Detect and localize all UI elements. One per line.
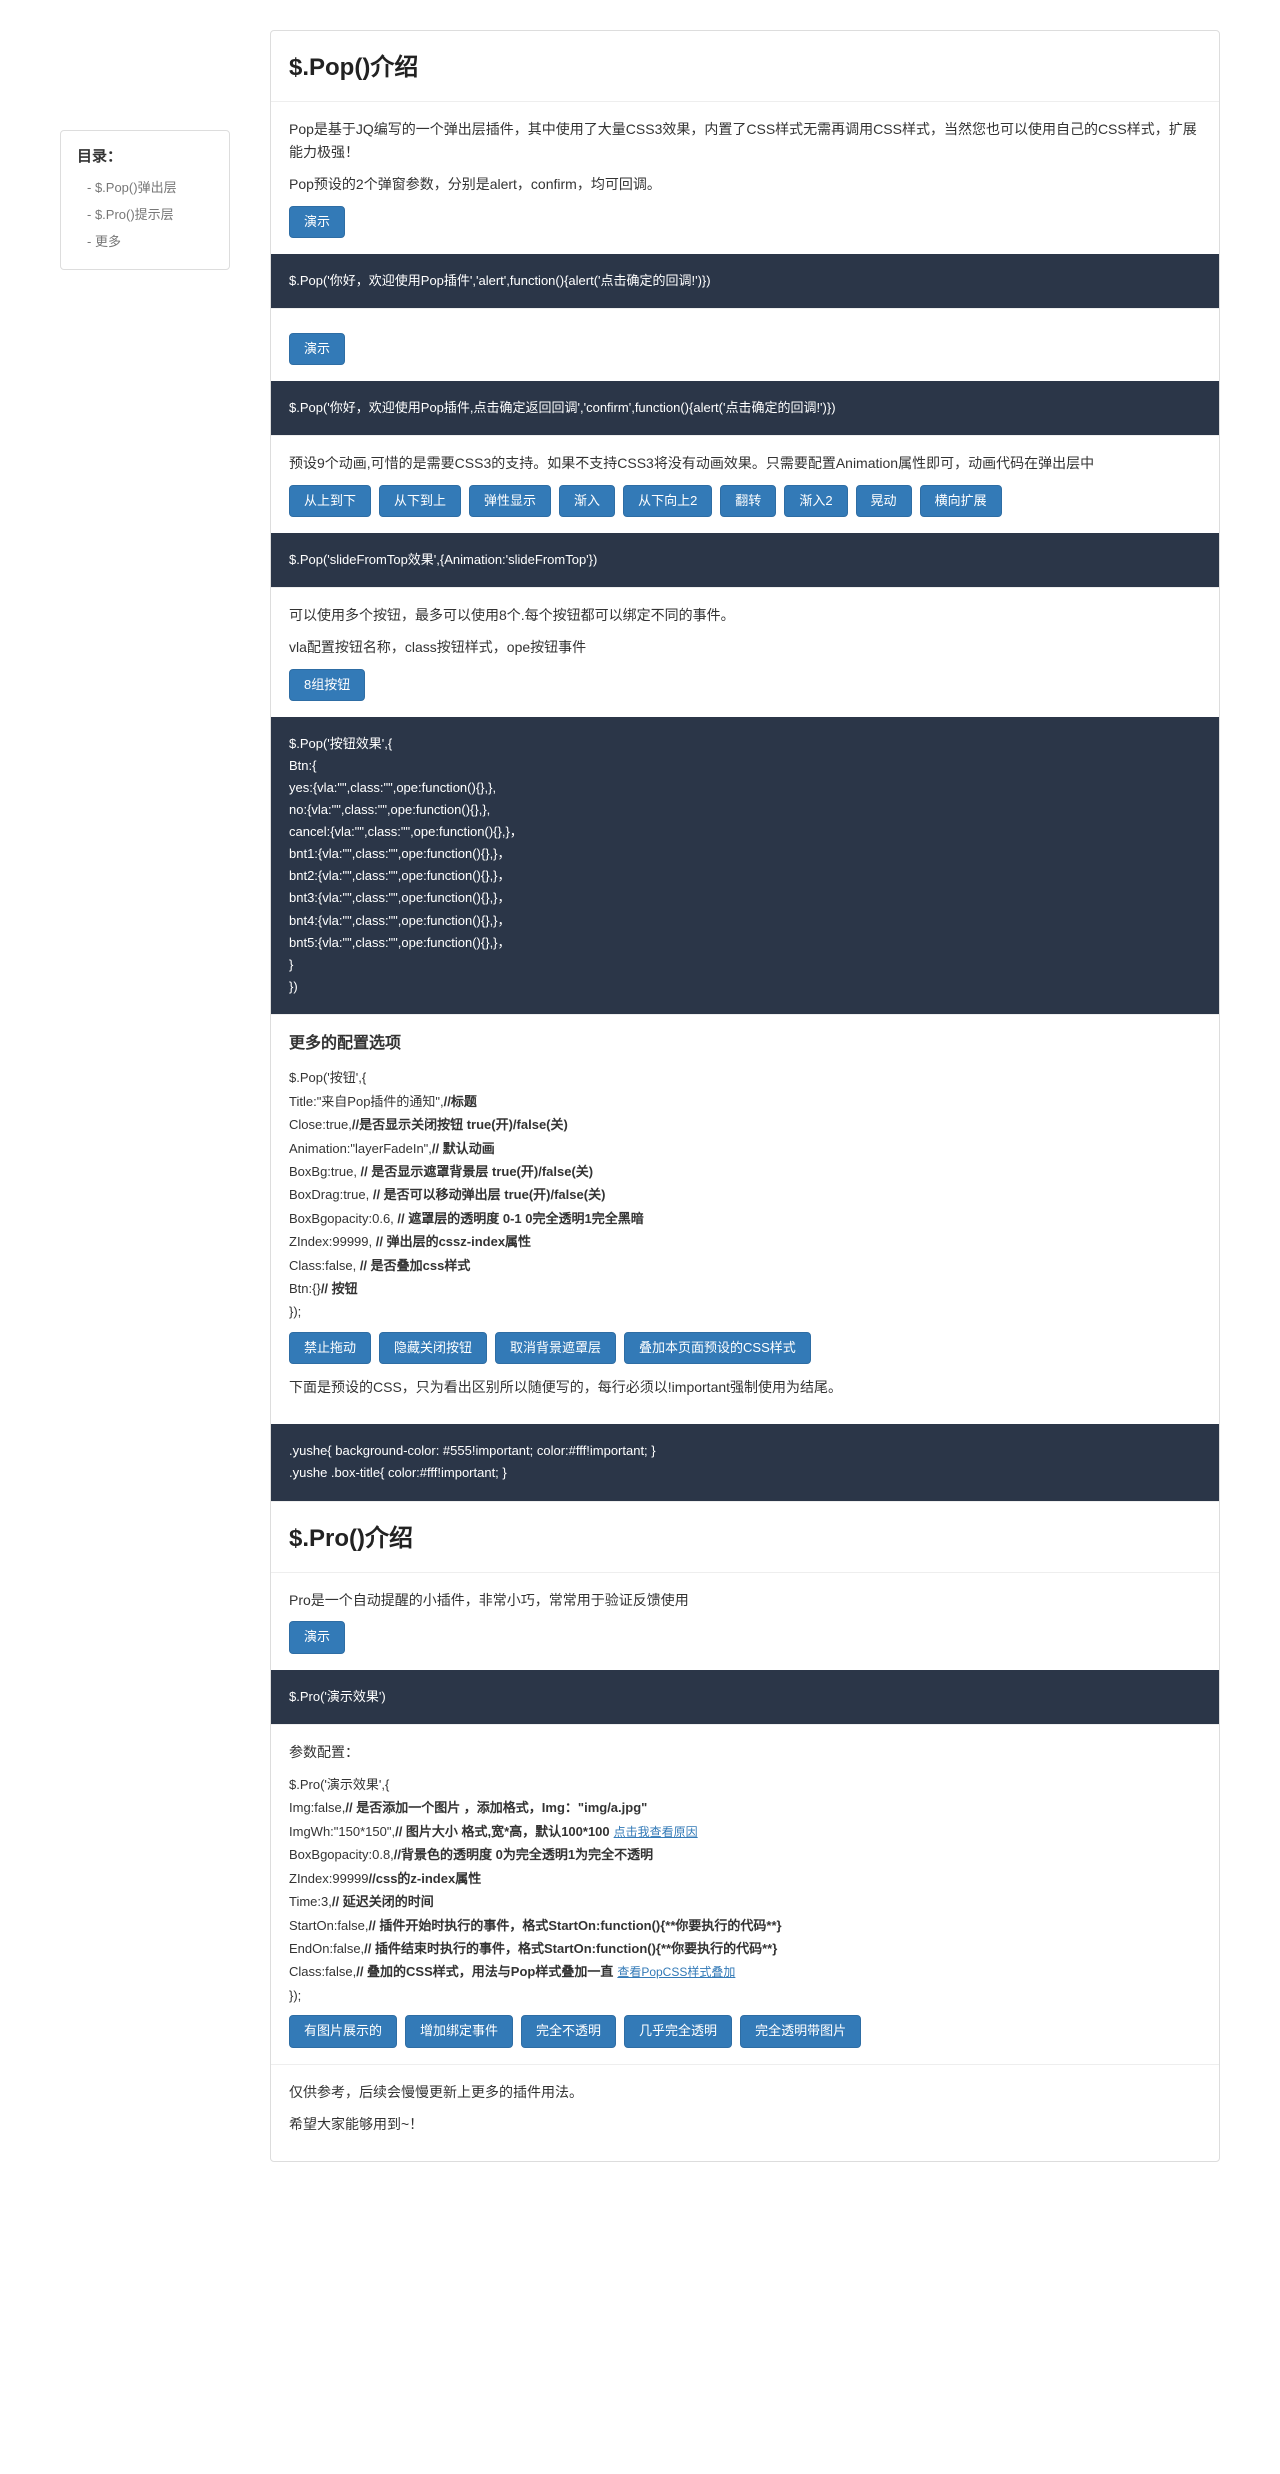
config-line: Img:false,// 是否添加一个图片 ，添加格式，Img："img/a.j…	[289, 1796, 1201, 1819]
config-line: Class:false,// 叠加的CSS样式，用法与Pop样式叠加一直查看Po…	[289, 1960, 1201, 1984]
preset-css-note: 下面是预设的CSS，只为看出区别所以随便写的，每行必须以!important强制…	[289, 1376, 1201, 1398]
config-line: $.Pro('演示效果',{	[289, 1773, 1201, 1796]
anim-btn-7[interactable]: 晃动	[856, 485, 912, 517]
pop-anim-intro: 预设9个动画,可惜的是需要CSS3的支持。如果不支持CSS3将没有动画效果。只需…	[289, 452, 1201, 474]
pop-anim-section: 预设9个动画,可惜的是需要CSS3的支持。如果不支持CSS3将没有动画效果。只需…	[271, 435, 1219, 533]
pop-multibtn-intro2: vla配置按钮名称，class按钮样式，ope按钮事件	[289, 636, 1201, 658]
more-config-buttons: 禁止拖动 隐藏关闭按钮 取消背景遮罩层 叠加本页面预设的CSS样式	[289, 1332, 1201, 1364]
config-line: BoxDrag:true, // 是否可以移动弹出层 true(开)/false…	[289, 1183, 1201, 1206]
pop-code-4: $.Pop('按钮效果',{ Btn:{ yes:{vla:"",class:"…	[271, 717, 1219, 1014]
config-line: Btn:{}// 按钮	[289, 1277, 1201, 1300]
pro-intro: Pro是一个自动提醒的小插件，非常小巧，常常用于验证反馈使用	[289, 1589, 1201, 1611]
pop-code-2: $.Pop('你好，欢迎使用Pop插件,点击确定返回回调','confirm',…	[271, 381, 1219, 435]
pro-heading: $.Pro()介绍	[271, 1501, 1219, 1572]
pro-btn-1[interactable]: 增加绑定事件	[405, 2015, 513, 2047]
toc-panel: 目录： - $.Pop()弹出层 - $.Pro()提示层 - 更多	[60, 130, 230, 270]
footer-section: 仅供参考，后续会慢慢更新上更多的插件用法。 希望大家能够用到~！	[271, 2064, 1219, 2162]
pop-code-3: $.Pop('slideFromTop效果',{Animation:'slide…	[271, 533, 1219, 587]
pro-btn-0[interactable]: 有图片展示的	[289, 2015, 397, 2047]
anim-btn-8[interactable]: 横向扩展	[920, 485, 1002, 517]
config-line: ZIndex:99999, // 弹出层的cssz-index属性	[289, 1230, 1201, 1253]
pro-btn-3[interactable]: 几乎完全透明	[624, 2015, 732, 2047]
config-line: ImgWh:"150*150",// 图片大小 格式,宽*高，默认100*100…	[289, 1820, 1201, 1844]
toc-item-pro[interactable]: - $.Pro()提示层	[77, 202, 213, 229]
inline-link[interactable]: 点击我查看原因	[614, 1825, 698, 1839]
cfg-btn-1[interactable]: 隐藏关闭按钮	[379, 1332, 487, 1364]
anim-btn-3[interactable]: 渐入	[559, 485, 615, 517]
pro-code-1: $.Pro('演示效果')	[271, 1670, 1219, 1724]
pop-more-config-section: 更多的配置选项 $.Pop('按钮',{Title:"来自Pop插件的通知",/…	[271, 1014, 1219, 1424]
main-content: $.Pop()介绍 Pop是基于JQ编写的一个弹出层插件，其中使用了大量CSS3…	[270, 30, 1220, 2162]
pop-intro-1: Pop是基于JQ编写的一个弹出层插件，其中使用了大量CSS3效果，内置了CSS样…	[289, 118, 1201, 163]
pop-heading: $.Pop()介绍	[271, 31, 1219, 101]
anim-btn-6[interactable]: 渐入2	[784, 485, 847, 517]
config-line: EndOn:false,// 插件结束时执行的事件，格式StartOn:func…	[289, 1937, 1201, 1960]
cfg-btn-3[interactable]: 叠加本页面预设的CSS样式	[624, 1332, 811, 1364]
more-config-heading: 更多的配置选项	[289, 1031, 1201, 1057]
anim-btn-2[interactable]: 弹性显示	[469, 485, 551, 517]
config-line: BoxBg:true, // 是否显示遮罩背景层 true(开)/false(关…	[289, 1160, 1201, 1183]
pro-btn-4[interactable]: 完全透明带图片	[740, 2015, 861, 2047]
footer-line-1: 仅供参考，后续会慢慢更新上更多的插件用法。	[289, 2081, 1201, 2103]
config-line: });	[289, 1984, 1201, 2007]
config-line: Title:"来自Pop插件的通知",//标题	[289, 1090, 1201, 1113]
anim-btn-1[interactable]: 从下到上	[379, 485, 461, 517]
pop-demo-button-2[interactable]: 演示	[289, 333, 345, 365]
toc-item-pop[interactable]: - $.Pop()弹出层	[77, 175, 213, 202]
config-line: Close:true,//是否显示关闭按钮 true(开)/false(关)	[289, 1113, 1201, 1136]
config-line: $.Pop('按钮',{	[289, 1066, 1201, 1089]
pro-config-block: $.Pro('演示效果',{Img:false,// 是否添加一个图片 ，添加格…	[289, 1773, 1201, 2007]
config-line: });	[289, 1300, 1201, 1323]
toc-title: 目录：	[77, 145, 213, 169]
anim-btn-0[interactable]: 从上到下	[289, 485, 371, 517]
pro-intro-section: Pro是一个自动提醒的小插件，非常小巧，常常用于验证反馈使用 演示	[271, 1572, 1219, 1670]
config-line: ZIndex:99999//css的z-index属性	[289, 1867, 1201, 1890]
pop-code-1: $.Pop('你好，欢迎使用Pop插件','alert',function(){…	[271, 254, 1219, 308]
pro-cfg-title: 参数配置：	[289, 1741, 1201, 1763]
cfg-btn-2[interactable]: 取消背景遮罩层	[495, 1332, 616, 1364]
config-line: BoxBgopacity:0.8,//背景色的透明度 0为完全透明1为完全不透明	[289, 1843, 1201, 1866]
anim-btn-5[interactable]: 翻转	[720, 485, 776, 517]
pop-anim-buttons: 从上到下 从下到上 弹性显示 渐入 从下向上2 翻转 渐入2 晃动 横向扩展	[289, 485, 1201, 517]
config-line: Time:3,// 延迟关闭的时间	[289, 1890, 1201, 1913]
more-config-block: $.Pop('按钮',{Title:"来自Pop插件的通知",//标题Close…	[289, 1066, 1201, 1323]
config-line: Class:false, // 是否叠加css样式	[289, 1254, 1201, 1277]
anim-btn-4[interactable]: 从下向上2	[623, 485, 712, 517]
pop-multibtn-intro1: 可以使用多个按钮，最多可以使用8个.每个按钮都可以绑定不同的事件。	[289, 604, 1201, 626]
pro-btn-2[interactable]: 完全不透明	[521, 2015, 616, 2047]
pop-multibtn-section: 可以使用多个按钮，最多可以使用8个.每个按钮都可以绑定不同的事件。 vla配置按…	[271, 587, 1219, 717]
inline-link[interactable]: 查看PopCSS样式叠加	[617, 1965, 735, 1979]
pro-config-section: 参数配置： $.Pro('演示效果',{Img:false,// 是否添加一个图…	[271, 1724, 1219, 2064]
pop-intro-section: Pop是基于JQ编写的一个弹出层插件，其中使用了大量CSS3效果，内置了CSS样…	[271, 101, 1219, 253]
config-line: StartOn:false,// 插件开始时执行的事件，格式StartOn:fu…	[289, 1914, 1201, 1937]
cfg-btn-0[interactable]: 禁止拖动	[289, 1332, 371, 1364]
pro-demo-button[interactable]: 演示	[289, 1621, 345, 1653]
pop-demo-button-1[interactable]: 演示	[289, 206, 345, 238]
footer-line-2: 希望大家能够用到~！	[289, 2113, 1201, 2135]
pop-code-5: .yushe{ background-color: #555!important…	[271, 1424, 1219, 1500]
config-line: Animation:"layerFadeIn",// 默认动画	[289, 1137, 1201, 1160]
config-line: BoxBgopacity:0.6, // 遮罩层的透明度 0-1 0完全透明1完…	[289, 1207, 1201, 1230]
pop-intro-2: Pop预设的2个弹窗参数，分别是alert，confirm，均可回调。	[289, 173, 1201, 195]
eight-btn-button[interactable]: 8组按钮	[289, 669, 365, 701]
pro-buttons: 有图片展示的 增加绑定事件 完全不透明 几乎完全透明 完全透明带图片	[289, 2015, 1201, 2047]
toc-item-more[interactable]: - 更多	[77, 229, 213, 256]
